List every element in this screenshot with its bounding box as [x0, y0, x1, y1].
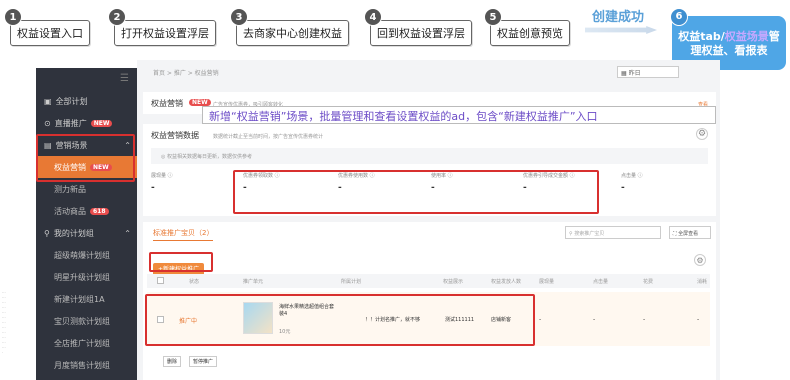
delete-button[interactable]: 删除 — [163, 356, 182, 367]
step-1: 1 权益设置入口 — [4, 8, 90, 46]
new-badge: NEW — [189, 99, 211, 106]
page-title: 权益营销 — [151, 99, 183, 108]
column-header: 消耗 — [697, 279, 708, 285]
step-number: 5 — [484, 8, 502, 26]
tab-standard[interactable]: 标准推广宝贝（2） — [153, 228, 214, 241]
sidebar-item-label: 全店推广计划组 — [54, 338, 110, 348]
sidebar-item-group[interactable]: 明星升级计划组 — [36, 266, 137, 288]
row-value: - — [539, 316, 542, 323]
annotation-banner: 新增“权益营销”场景，批量管理和查看设置权益的ad，包含“新建权益推广”入口 — [202, 106, 716, 124]
sidebar-item-live[interactable]: ⊙ 直播推广 NEW — [36, 112, 137, 134]
metric-value: - — [621, 183, 625, 193]
column-header: 权益展示 — [443, 279, 464, 285]
highlight-frame — [145, 294, 535, 346]
metric-label: 展现量 ⓘ — [151, 173, 173, 179]
highlight-frame — [233, 170, 599, 214]
column-header: 状态 — [189, 279, 200, 285]
step-label: 回到权益设置浮层 — [370, 20, 472, 46]
step-number: 2 — [108, 8, 126, 26]
step-4: 4 回到权益设置浮层 — [364, 8, 472, 46]
step-number: 6 — [670, 8, 688, 26]
column-header: 权益发放人数 — [491, 279, 522, 285]
highlight-frame — [149, 252, 213, 272]
notice-bar: ◎ 权益相关数据每日更新，数据仅供参考 — [151, 148, 708, 164]
step-label: 去商家中心创建权益 — [236, 20, 349, 46]
sidebar: ☰ ▣ 全部计划 ⊙ 直播推广 NEW ▤ 营销场景 ⌃ 权益营销 NEW 测力新品 活动商… — [36, 68, 137, 380]
play-icon: ⊙ — [44, 118, 51, 128]
step-label: 权益创意预览 — [490, 20, 570, 46]
final-step-prefix: 权益tab/ — [678, 30, 725, 43]
side-watermark: ····································· — [2, 290, 6, 355]
sidebar-item-label: 超级萌爆计划组 — [54, 250, 110, 260]
arrow-right-icon — [585, 26, 657, 34]
metric: 展现量 ⓘ - — [151, 172, 173, 193]
success-label: 创建成功 — [592, 10, 645, 25]
breadcrumb: 首页 > 推广 > 权益营销 — [153, 70, 219, 77]
step-5: 5 权益创意预览 — [484, 8, 570, 46]
step-number: 4 — [364, 8, 382, 26]
618-badge: 618 — [90, 207, 109, 215]
search-placeholder: 搜索推广宝贝 — [574, 231, 605, 237]
column-header: 花费 — [643, 279, 654, 285]
step-number: 1 — [4, 8, 22, 26]
step-label: 权益设置入口 — [10, 20, 90, 46]
table-header: 状态 推广单元 所属计划 权益展示 权益发放人数 展现量 点击量 花费 消耗 — [147, 274, 710, 288]
sidebar-item-label: 全部计划 — [55, 96, 88, 106]
settings-icon[interactable]: ⚙ — [696, 128, 708, 140]
settings-icon[interactable]: ⚙ — [694, 254, 706, 266]
column-header: 点击量 — [593, 279, 609, 285]
step-3: 3 去商家中心创建权益 — [230, 8, 349, 46]
data-title: 权益营销数据 — [151, 131, 199, 140]
sidebar-item-all-plans[interactable]: ▣ 全部计划 — [36, 90, 137, 112]
fullscreen-button[interactable]: ⛶ 全屏查看 — [669, 226, 711, 239]
date-picker[interactable]: ▦ 昨日 — [617, 66, 679, 78]
row-value: - — [593, 316, 596, 323]
user-icon: ⚲ — [44, 228, 50, 238]
sidebar-item-activity[interactable]: 活动商品 618 — [36, 200, 137, 222]
highlight-frame — [36, 134, 135, 182]
metric: 点击量 ⓘ - — [621, 172, 643, 193]
column-header: 展现量 — [539, 279, 555, 285]
sidebar-item-label: 测力新品 — [54, 184, 86, 194]
date-value: 昨日 — [628, 70, 641, 77]
sidebar-item-group[interactable]: 新建计划组1A — [36, 288, 137, 310]
calendar-icon: ▦ — [621, 70, 629, 77]
search-input[interactable]: ⚲ 搜索推广宝贝 — [565, 226, 661, 239]
metric-label: 点击量 ⓘ — [621, 173, 643, 179]
metric-value: - — [151, 183, 155, 193]
column-header: 推广单元 — [243, 279, 264, 285]
row-value: - — [697, 316, 700, 323]
sidebar-item-group[interactable]: 月度销售计划组 — [36, 354, 137, 376]
sidebar-item-group[interactable]: 宝贝测款计划组 — [36, 310, 137, 332]
sidebar-item-group[interactable]: 超级萌爆计划组 — [36, 244, 137, 266]
sidebar-item-label: 活动商品 — [54, 206, 86, 216]
sidebar-item-label: 我的计划组 — [53, 228, 94, 238]
select-all-checkbox[interactable] — [157, 277, 164, 284]
sidebar-item-label: 直播推广 — [54, 118, 87, 128]
step-number: 3 — [230, 8, 248, 26]
column-header: 所属计划 — [341, 279, 362, 285]
step-2: 2 打开权益设置浮层 — [108, 8, 216, 46]
row-value: - — [643, 316, 646, 323]
sidebar-item-group[interactable]: 全店推广计划组 — [36, 332, 137, 354]
sidebar-item-my-groups[interactable]: ⚲ 我的计划组 ⌃ — [36, 222, 137, 244]
sidebar-item-label: 新建计划组1A — [54, 294, 105, 304]
step-label: 打开权益设置浮层 — [114, 20, 216, 46]
final-step-highlight: 权益场景 — [724, 30, 769, 43]
pause-button[interactable]: 暂停推广 — [189, 356, 218, 367]
chevron-up-icon: ⌃ — [124, 228, 131, 238]
new-badge: NEW — [90, 119, 113, 127]
menu-collapse-icon[interactable]: ☰ — [36, 68, 137, 90]
grid-icon: ▣ — [44, 96, 52, 106]
sidebar-item-label: 明星升级计划组 — [54, 272, 110, 282]
data-desc: 数据统计截止至当前时间，按广告宣传优惠券统计 — [213, 134, 324, 140]
sidebar-item-label: 宝贝测款计划组 — [54, 316, 110, 326]
sidebar-item-label: 月度销售计划组 — [54, 360, 110, 370]
fullscreen-label: 全屏查看 — [678, 231, 699, 237]
